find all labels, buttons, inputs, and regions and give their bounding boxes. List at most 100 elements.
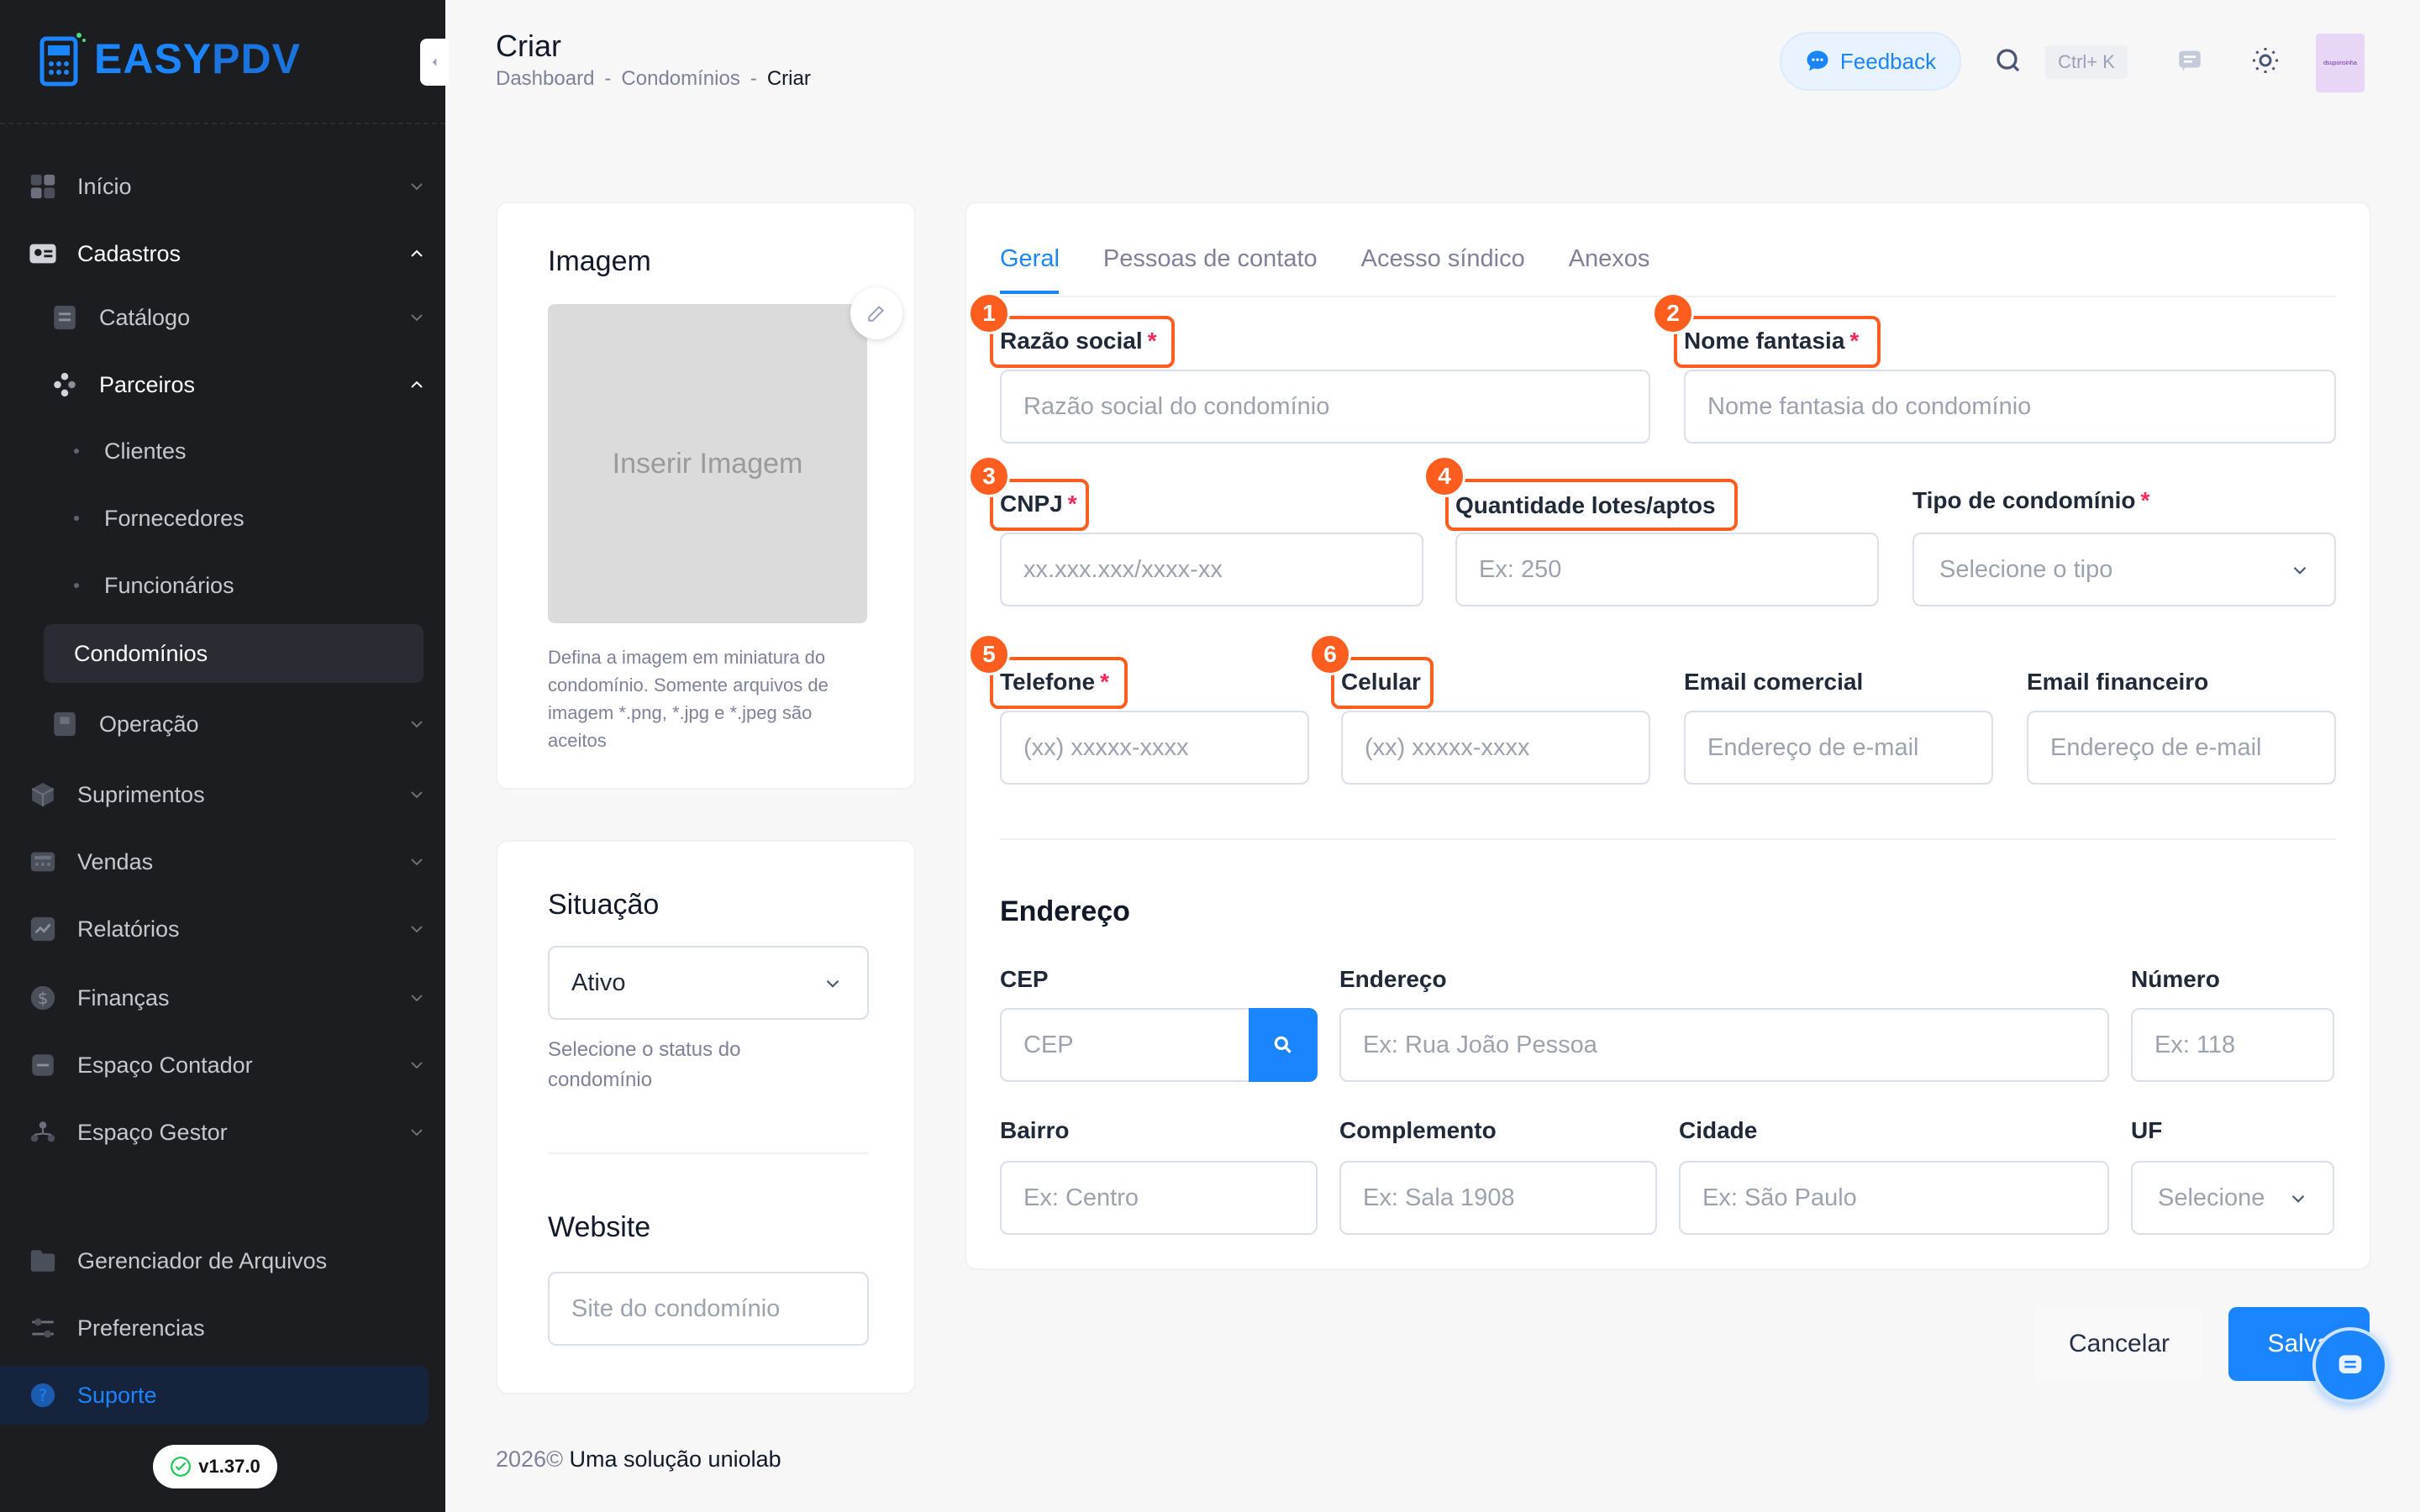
breadcrumb-condominios[interactable]: Condomínios [621, 67, 739, 91]
sidebar-item-preferencias[interactable]: Preferencias [29, 1299, 427, 1357]
feedback-label: Feedback [1839, 48, 1937, 74]
nome-fantasia-input[interactable]: Nome fantasia do condomínio [1684, 370, 2336, 444]
chat-widget-button[interactable] [2312, 1327, 2388, 1403]
sidebar-item-suprimentos[interactable]: Suprimentos [29, 765, 427, 824]
version-badge: v1.37.0 [153, 1445, 277, 1488]
sidebar-item-label: Operação [99, 711, 199, 737]
chat-icon [2338, 1355, 2362, 1373]
sliders-icon [29, 1314, 57, 1342]
chevron-down-icon [411, 995, 423, 1002]
sidebar-item-relatorios[interactable]: Relatórios [29, 900, 427, 958]
cidade-input[interactable]: Ex: São Paulo [1679, 1161, 2109, 1235]
cep-input[interactable]: CEP [1000, 1008, 1252, 1082]
messages-icon[interactable] [2173, 44, 2207, 77]
page-title: Criar [496, 29, 561, 63]
image-card: Imagem Inserir Imagem Defina a imagem em… [496, 202, 916, 790]
status-card-title: Situação [548, 889, 660, 921]
edit-image-button[interactable] [850, 287, 902, 339]
folder-icon [29, 1247, 57, 1275]
sidebar-item-parceiros[interactable]: Parceiros [50, 355, 427, 414]
avatar[interactable]: dsuponsinha [2316, 34, 2365, 92]
sidebar-item-label: Funcionários [104, 572, 234, 598]
sidebar-item-suporte[interactable]: ? Suporte [0, 1366, 429, 1425]
website-input[interactable]: Site do condomínio [548, 1272, 869, 1346]
sidebar-item-label: Condomínios [74, 640, 208, 666]
email-financeiro-label: Email financeiro [2027, 669, 2209, 695]
telefone-input[interactable]: (xx) xxxxx-xxxx [1000, 711, 1309, 785]
search-icon [1274, 1036, 1292, 1053]
sidebar-item-label: Início [77, 173, 132, 199]
sidebar: EASYPDV Início Cadastros Catálogo Parcei… [0, 0, 445, 1512]
razao-social-input[interactable]: Razão social do condomínio [1000, 370, 1650, 444]
annotation-badge-2: 2 [1652, 292, 1694, 334]
sidebar-item-inicio[interactable]: Início [29, 157, 427, 216]
search-icon[interactable] [1991, 44, 2025, 77]
cep-search-button[interactable] [1249, 1008, 1318, 1082]
celular-input[interactable]: (xx) xxxxx-xxxx [1341, 711, 1650, 785]
feedback-button[interactable]: Feedback [1780, 32, 1961, 91]
sidebar-item-espaco-gestor[interactable]: Espaço Gestor [29, 1103, 427, 1162]
bairro-label: Bairro [1000, 1117, 1070, 1143]
bairro-input[interactable]: Ex: Centro [1000, 1161, 1318, 1235]
annotation-badge-4: 4 [1423, 455, 1465, 497]
logo-text: EASYPDV [94, 35, 301, 82]
highlight-box [1674, 316, 1881, 368]
sidebar-item-financas[interactable]: $ Finanças [29, 969, 427, 1027]
chevron-down-icon [411, 926, 423, 933]
image-upload-area[interactable]: Inserir Imagem [548, 304, 867, 623]
cidade-label: Cidade [1679, 1117, 1758, 1143]
calculator-icon [29, 1051, 57, 1079]
sidebar-collapse-button[interactable] [420, 39, 449, 86]
tab-anexos[interactable]: Anexos [1569, 245, 1650, 273]
uf-label: UF [2131, 1117, 2163, 1143]
quantidade-input[interactable]: Ex: 250 [1455, 533, 1879, 606]
chevron-down-icon [411, 721, 423, 728]
sidebar-item-cadastros[interactable]: Cadastros [29, 224, 427, 283]
sidebar-item-label: Finanças [77, 984, 170, 1011]
box-icon [29, 780, 57, 809]
logo[interactable]: EASYPDV [39, 30, 301, 87]
sidebar-item-espaco-contador[interactable]: Espaço Contador [29, 1036, 427, 1095]
numero-input[interactable]: Ex: 118 [2131, 1008, 2334, 1082]
sidebar-item-condominios[interactable]: Condomínios [44, 624, 424, 683]
breadcrumb-separator: - [604, 67, 612, 90]
tab-pessoas-de-contato[interactable]: Pessoas de contato [1103, 245, 1318, 273]
tab-geral[interactable]: Geral [1000, 245, 1060, 273]
tab-acesso-sindico[interactable]: Acesso síndico [1361, 245, 1525, 273]
help-icon: ? [29, 1381, 57, 1410]
email-comercial-input[interactable]: Endereço de e-mail [1684, 711, 1993, 785]
complemento-input[interactable]: Ex: Sala 1908 [1339, 1161, 1657, 1235]
cep-label: CEP [1000, 966, 1049, 992]
annotation-badge-3: 3 [968, 455, 1010, 497]
sidebar-item-vendas[interactable]: Vendas [29, 832, 427, 891]
complemento-label: Complemento [1339, 1117, 1497, 1143]
footer-brand-link[interactable]: Uma solução uniolab [569, 1446, 781, 1472]
annotation-badge-6: 6 [1309, 633, 1351, 675]
tipo-condominio-label: Tipo de condomínio * [1912, 487, 2150, 513]
sidebar-item-fornecedores[interactable]: Fornecedores [74, 489, 427, 548]
chevron-down-icon [2291, 1194, 2305, 1203]
manager-icon [29, 1118, 57, 1147]
chevron-down-icon [411, 791, 423, 799]
status-card: Situação Ativo Selecione o status do con… [496, 840, 916, 1394]
sidebar-item-funcionarios[interactable]: Funcionários [74, 556, 427, 615]
cancel-button[interactable]: Cancelar [2035, 1307, 2203, 1381]
endereco-input[interactable]: Ex: Rua João Pessoa [1339, 1008, 2109, 1082]
breadcrumb-dashboard[interactable]: Dashboard [496, 67, 594, 91]
sidebar-item-clientes[interactable]: Clientes [74, 422, 427, 480]
chevron-down-icon [411, 183, 423, 191]
svg-text:$: $ [38, 989, 49, 1008]
tipo-condominio-select[interactable]: Selecione o tipo [1912, 533, 2336, 606]
email-financeiro-input[interactable]: Endereço de e-mail [2027, 711, 2336, 785]
uf-select[interactable]: Selecione [2131, 1161, 2334, 1235]
sidebar-item-catalogo[interactable]: Catálogo [50, 288, 427, 347]
sidebar-item-operacao[interactable]: Operação [50, 695, 427, 753]
theme-toggle-icon[interactable] [2249, 44, 2282, 77]
sidebar-item-gerenciador-arquivos[interactable]: Gerenciador de Arquivos [29, 1231, 427, 1290]
status-select[interactable]: Ativo [548, 946, 869, 1020]
email-comercial-label: Email comercial [1684, 669, 1864, 695]
image-placeholder-text: Inserir Imagem [612, 447, 803, 480]
chevron-down-icon [411, 314, 423, 322]
cnpj-input[interactable]: xx.xxx.xxx/xxxx-xx [1000, 533, 1423, 606]
footer-year: 2026© [496, 1446, 563, 1472]
